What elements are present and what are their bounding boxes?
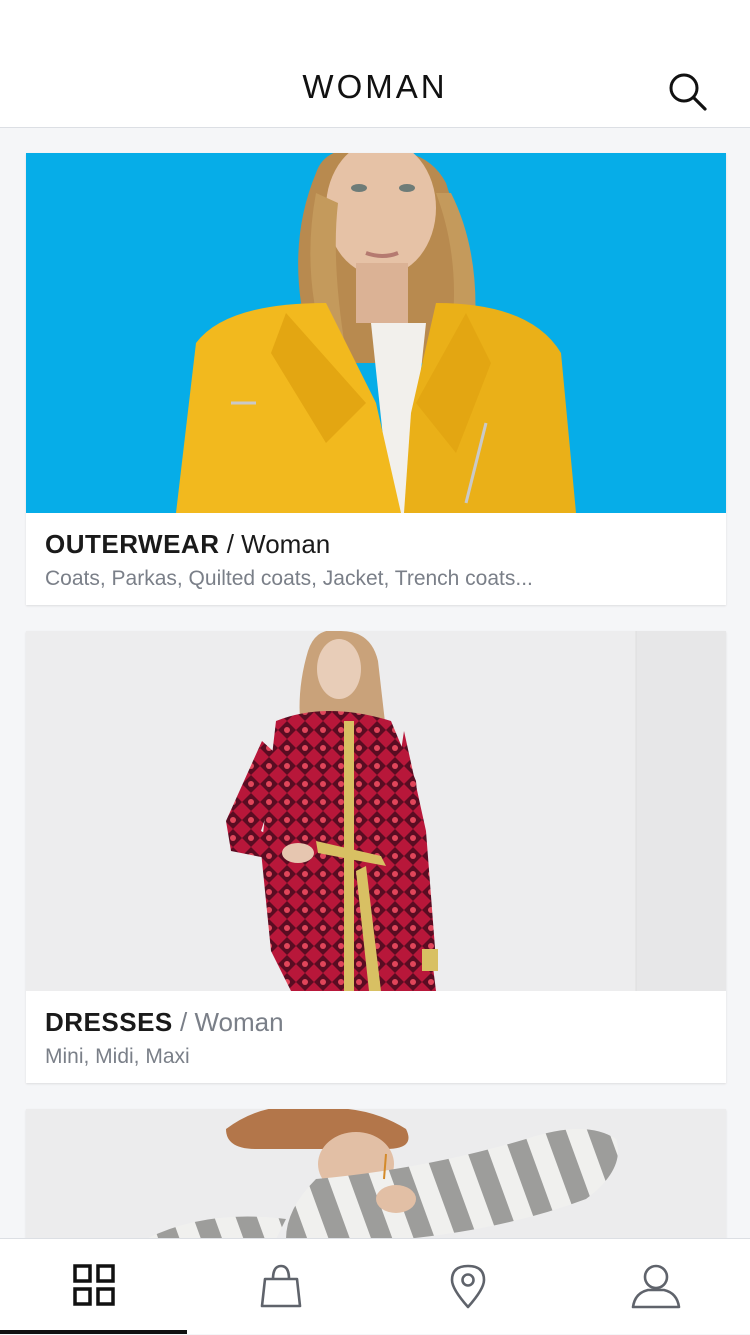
category-card-knitwear[interactable] <box>26 1109 726 1239</box>
top-navigation-bar: WOMAN <box>0 0 750 128</box>
category-gender: Woman <box>241 529 331 559</box>
tab-account[interactable] <box>562 1239 749 1335</box>
search-icon <box>669 73 707 111</box>
bottom-tab-bar <box>0 1238 750 1334</box>
tab-categories[interactable] <box>0 1239 187 1335</box>
shopping-bag-icon <box>260 1264 301 1308</box>
grid-icon <box>72 1264 115 1306</box>
tab-stores[interactable] <box>374 1239 561 1335</box>
model-striped-sweater-image <box>26 1109 726 1239</box>
category-name: OUTERWEAR <box>45 529 220 559</box>
category-caption: DRESSES / Woman Mini, Midi, Maxi <box>26 991 726 1083</box>
model-red-patterned-dress-image <box>26 631 726 991</box>
category-separator: / <box>219 529 242 559</box>
user-icon <box>631 1264 680 1309</box>
category-name: DRESSES <box>45 1007 173 1037</box>
category-caption: OUTERWEAR / Woman Coats, Parkas, Quilted… <box>26 513 726 605</box>
location-pin-icon <box>450 1264 485 1309</box>
category-image <box>26 1109 726 1239</box>
category-separator: / <box>172 1007 195 1037</box>
model-yellow-jacket-image <box>26 153 726 513</box>
category-image <box>26 631 726 991</box>
category-subtitle: Coats, Parkas, Quilted coats, Jacket, Tr… <box>45 567 533 590</box>
category-image <box>26 153 726 513</box>
category-title: DRESSES / Woman <box>45 1007 284 1038</box>
tab-shopping-bag[interactable] <box>187 1239 374 1335</box>
search-button[interactable] <box>666 70 710 114</box>
category-card-outerwear[interactable]: OUTERWEAR / Woman Coats, Parkas, Quilted… <box>26 153 726 605</box>
category-gender: Woman <box>194 1007 284 1037</box>
category-title: OUTERWEAR / Woman <box>45 529 330 560</box>
selected-tab-indicator <box>0 1330 187 1334</box>
category-subtitle: Mini, Midi, Maxi <box>45 1045 190 1068</box>
page-title: WOMAN <box>302 68 448 105</box>
category-card-dresses[interactable]: DRESSES / Woman Mini, Midi, Maxi <box>26 631 726 1083</box>
